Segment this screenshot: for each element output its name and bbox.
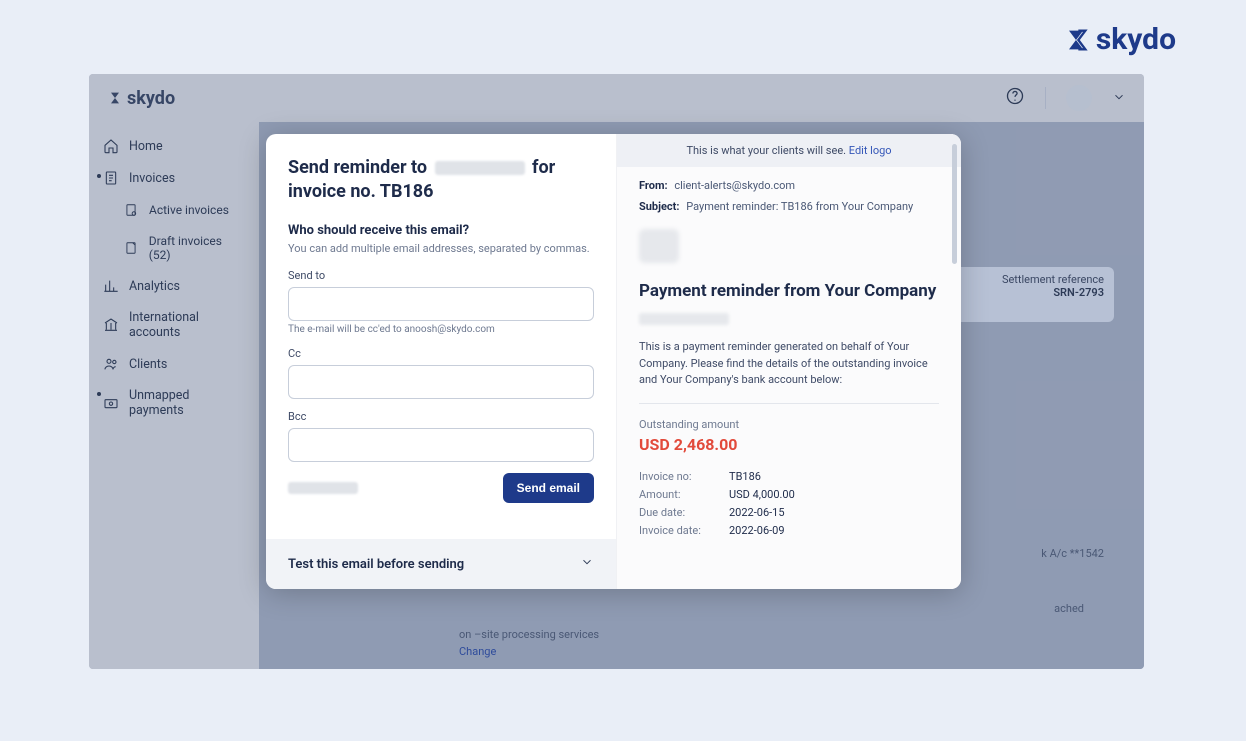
app-header: skydo: [89, 74, 1144, 122]
brand-mark-icon: [1062, 26, 1090, 54]
sidebar-item-unmapped[interactable]: Unmapped payments: [89, 380, 259, 426]
settlement-label: Settlement reference: [964, 273, 1104, 286]
test-email-label: Test this email before sending: [288, 557, 464, 572]
payment-icon: [103, 395, 119, 411]
due-date-value: 2022-06-15: [729, 506, 785, 519]
bg-service-snippet: on –site processing services Change: [459, 627, 599, 660]
active-invoice-icon: [123, 202, 139, 218]
send-to-input[interactable]: [288, 287, 594, 321]
active-bullet: [97, 174, 101, 178]
sidebar-item-label: Active invoices: [149, 203, 229, 217]
cc-label: Cc: [288, 347, 594, 360]
test-email-section[interactable]: Test this email before sending: [266, 539, 616, 589]
scrollbar[interactable]: [952, 144, 957, 264]
sidebar-item-label: Analytics: [129, 279, 180, 294]
bg-service-text: on –site processing services: [459, 627, 599, 644]
invoice-date-value: 2022-06-09: [729, 524, 785, 537]
send-email-button[interactable]: Send email: [503, 473, 594, 503]
email-preview-panel: This is what your clients will see. Edit…: [616, 134, 961, 589]
bcc-input[interactable]: [288, 428, 594, 462]
preview-title: Payment reminder from Your Company: [639, 281, 939, 301]
invoice-no-value: TB186: [729, 470, 761, 483]
cc-input[interactable]: [288, 365, 594, 399]
active-bullet: [97, 392, 101, 396]
outstanding-amount: USD 2,468.00: [639, 435, 939, 454]
form-subheading: Who should receive this email?: [288, 223, 594, 238]
brand-name: skydo: [1096, 22, 1176, 57]
avatar[interactable]: [1066, 85, 1092, 111]
from-value: client-alerts@skydo.com: [674, 179, 795, 192]
clients-icon: [103, 356, 119, 372]
sidebar-item-international[interactable]: International accounts: [89, 302, 259, 348]
sidebar-item-active-invoices[interactable]: Active invoices: [89, 194, 259, 226]
company-logo-placeholder: [639, 229, 679, 263]
preview-from-row: From: client-alerts@skydo.com: [639, 179, 939, 192]
sidebar-item-invoices[interactable]: Invoices: [89, 162, 259, 194]
analytics-icon: [103, 278, 119, 294]
sidebar-item-home[interactable]: Home: [89, 130, 259, 162]
bank-icon: [103, 317, 119, 333]
brand-mark-icon: [107, 90, 123, 106]
sidebar-item-label: Draft invoices (52): [149, 234, 245, 262]
chevron-down-icon[interactable]: [1112, 89, 1126, 108]
bg-attached-text: ached: [1054, 602, 1084, 615]
app-window: skydo Home Invoices: [89, 74, 1144, 669]
sidebar-item-draft-invoices[interactable]: Draft invoices (52): [89, 226, 259, 270]
due-date-label: Due date:: [639, 506, 729, 519]
amount-label: Amount:: [639, 488, 729, 501]
form-hint: You can add multiple email addresses, se…: [288, 242, 594, 255]
sidebar-item-label: Clients: [129, 357, 167, 372]
help-icon[interactable]: [1005, 86, 1025, 110]
preview-banner: This is what your clients will see. Edit…: [617, 134, 961, 167]
divider: [639, 403, 939, 404]
redacted-recipient: [435, 161, 525, 175]
header-divider: [1045, 87, 1046, 109]
invoice-details-table: Invoice no: TB186 Amount: USD 4,000.00 D…: [639, 470, 939, 537]
send-to-label: Send to: [288, 269, 594, 282]
sidebar-item-analytics[interactable]: Analytics: [89, 270, 259, 302]
modal-form-panel: Send reminder to for invoice no. TB186 W…: [266, 134, 616, 589]
preview-banner-text: This is what your clients will see.: [686, 144, 846, 157]
settlement-card: Settlement reference SRN-2793: [954, 267, 1114, 322]
app-logo-text: skydo: [127, 88, 175, 109]
preview-body: This is a payment reminder generated on …: [639, 339, 939, 389]
chevron-down-icon: [580, 555, 594, 573]
edit-logo-link[interactable]: Edit logo: [849, 144, 892, 157]
send-reminder-modal: Send reminder to for invoice no. TB186 W…: [266, 134, 961, 589]
sidebar-item-clients[interactable]: Clients: [89, 348, 259, 380]
invoice-no-label: Invoice no:: [639, 470, 729, 483]
invoice-icon: [103, 170, 119, 186]
redacted-greeting: [639, 313, 729, 325]
preview-subject-row: Subject: Payment reminder: TB186 from Yo…: [639, 200, 939, 213]
modal-title: Send reminder to for invoice no. TB186: [288, 156, 594, 205]
modal-title-prefix: Send reminder to: [288, 157, 427, 178]
brand-logo: skydo: [1062, 22, 1176, 57]
draft-icon: [123, 240, 139, 256]
subject-value: Payment reminder: TB186 from Your Compan…: [686, 200, 913, 213]
home-icon: [103, 138, 119, 154]
from-label: From:: [639, 179, 668, 192]
app-logo[interactable]: skydo: [107, 88, 175, 109]
bg-change-link[interactable]: Change: [459, 644, 599, 661]
bcc-label: Bcc: [288, 410, 594, 423]
send-to-help: The e-mail will be cc'ed to anoosh@skydo…: [288, 324, 594, 335]
sidebar-item-label: Home: [129, 139, 163, 154]
settlement-value: SRN-2793: [964, 286, 1104, 299]
sidebar: Home Invoices Active invoices Draft invo…: [89, 122, 259, 669]
subject-label: Subject:: [639, 200, 679, 213]
outstanding-label: Outstanding amount: [639, 418, 939, 431]
bg-bank-text: k A/c **1542: [1041, 547, 1104, 560]
amount-value: USD 4,000.00: [729, 488, 795, 501]
sidebar-item-label: International accounts: [129, 310, 245, 340]
sidebar-item-label: Unmapped payments: [129, 388, 245, 418]
invoice-date-label: Invoice date:: [639, 524, 729, 537]
sidebar-item-label: Invoices: [129, 171, 175, 186]
redacted-text: [288, 482, 358, 494]
